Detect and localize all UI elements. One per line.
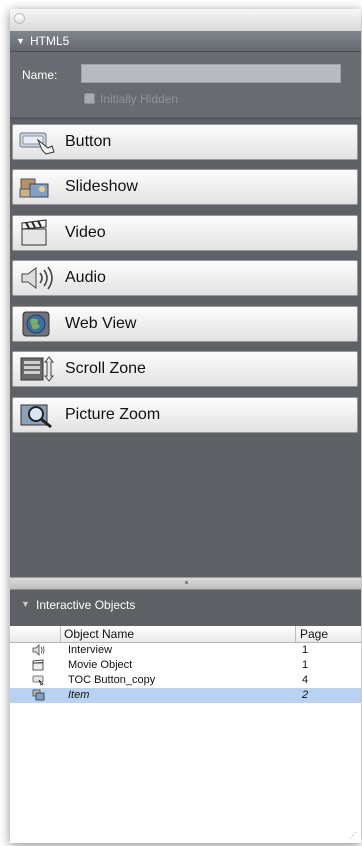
slideshow-icon: [32, 689, 45, 701]
scroll-zone-icon: [20, 356, 55, 382]
name-row: Name: Initially Hidden: [10, 52, 361, 117]
table-row[interactable]: TOC Button_copy 4: [10, 673, 361, 688]
column-header-object-name[interactable]: Object Name: [64, 627, 134, 641]
web-view-object-button[interactable]: Web View: [12, 306, 358, 342]
splitter-grip-icon: [185, 581, 188, 584]
initially-hidden-checkbox[interactable]: [84, 93, 95, 104]
column-header-page[interactable]: Page: [300, 627, 328, 641]
object-label: Scroll Zone: [65, 360, 146, 377]
html5-palette-window: ▼ HTML5 Name: Initially Hidden Button Sl…: [10, 9, 361, 843]
name-label: Name:: [22, 68, 58, 82]
picture-zoom-icon: [20, 404, 52, 429]
interactive-objects-title: Interactive Objects: [36, 598, 136, 612]
table-row-selected[interactable]: Item 2: [10, 688, 361, 703]
slideshow-icon: [19, 178, 49, 198]
html5-section-header[interactable]: ▼ HTML5: [10, 31, 361, 52]
initially-hidden-label: Initially Hidden: [100, 92, 179, 106]
column-divider: [60, 626, 61, 642]
scroll-zone-object-button[interactable]: Scroll Zone: [12, 351, 358, 387]
slideshow-object-button[interactable]: Slideshow: [12, 169, 358, 205]
object-name-cell: Movie Object: [68, 659, 133, 671]
video-icon: [21, 219, 47, 246]
object-name-cell: Item: [68, 689, 90, 701]
button-icon: [19, 132, 55, 155]
interactive-objects-section: ▼ Interactive Objects Object Name Page I…: [10, 590, 361, 843]
object-name-cell: TOC Button_copy: [68, 674, 156, 686]
audio-icon: [21, 266, 53, 290]
disclosure-triangle-icon[interactable]: ▼: [21, 599, 30, 609]
video-object-button[interactable]: Video: [12, 215, 358, 251]
disclosure-triangle-icon[interactable]: ▼: [16, 31, 25, 51]
divider: [10, 118, 361, 119]
page-cell: 2: [302, 689, 309, 701]
name-input[interactable]: [81, 64, 341, 83]
title-bar[interactable]: [10, 9, 361, 32]
empty-panel-area: [10, 469, 361, 577]
resize-grip-icon[interactable]: ⋰: [349, 831, 359, 841]
button-object-button[interactable]: Button: [12, 124, 358, 160]
panel-splitter[interactable]: [10, 577, 361, 590]
object-label: Slideshow: [65, 178, 138, 195]
object-name-cell: Interview: [68, 644, 113, 656]
section-title: HTML5: [30, 34, 70, 48]
table-row[interactable]: Interview 1: [10, 643, 361, 658]
audio-icon: [32, 644, 45, 656]
close-button[interactable]: [14, 13, 25, 24]
web-view-icon: [22, 311, 50, 337]
table-row[interactable]: Movie Object 1: [10, 658, 361, 673]
object-label: Video: [65, 224, 106, 241]
picture-zoom-object-button[interactable]: Picture Zoom: [12, 397, 358, 433]
object-label: Button: [65, 133, 112, 150]
button-icon: [32, 675, 44, 686]
column-divider: [295, 626, 296, 642]
audio-object-button[interactable]: Audio: [12, 260, 358, 296]
interactive-objects-header[interactable]: ▼ Interactive Objects: [10, 590, 361, 622]
object-label: Web View: [65, 315, 137, 332]
page-cell: 1: [302, 659, 309, 671]
video-icon: [32, 659, 44, 671]
interactive-objects-table: Object Name Page Interview 1 Movie Objec…: [10, 626, 361, 843]
page-cell: 1: [302, 644, 309, 656]
page-cell: 4: [302, 674, 309, 686]
object-label: Audio: [65, 269, 106, 286]
object-label: Picture Zoom: [65, 406, 161, 423]
table-header: Object Name Page: [10, 626, 361, 643]
